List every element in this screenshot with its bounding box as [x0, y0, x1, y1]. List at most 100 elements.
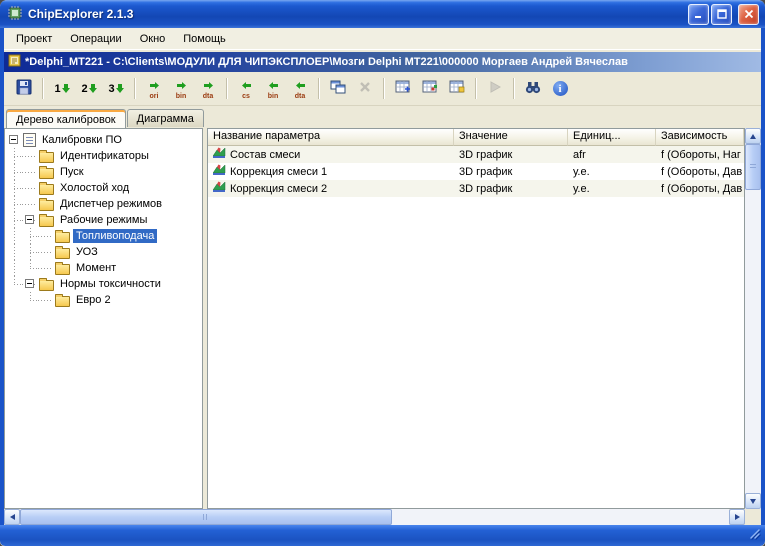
menu-help[interactable]: Помощь [174, 30, 235, 48]
window-frame: Проект Операции Окно Помощь *Delphi_MT22… [0, 28, 765, 525]
import-ori-button[interactable]: ori [141, 76, 167, 101]
tree-item[interactable]: Рабочие режимы [6, 212, 201, 228]
scrollbar-corner [745, 509, 761, 525]
scroll-up-button[interactable] [745, 128, 761, 144]
document-title-bar[interactable]: *Delphi_MT221 - C:\Clients\МОДУЛИ ДЛЯ ЧИ… [4, 52, 761, 72]
tab-strip: Дерево калибровок Диаграмма [4, 106, 761, 128]
tab-calibration-tree[interactable]: Дерево калибровок [6, 109, 126, 128]
about-button[interactable]: i [547, 76, 573, 101]
play-triangle-icon [489, 81, 501, 96]
toolbar-separator [318, 78, 320, 99]
column-header-units[interactable]: Единиц... [568, 129, 656, 146]
import-bin-button[interactable]: bin [168, 76, 194, 101]
delete-button[interactable] [352, 76, 378, 101]
import-dta-button[interactable]: dta [195, 76, 221, 101]
export-bin-button[interactable]: bin [260, 76, 286, 101]
close-button[interactable] [738, 4, 759, 25]
tree-item[interactable]: Нормы токсичности [6, 276, 201, 292]
green-arrow-icon [150, 77, 159, 92]
column-header-name[interactable]: Название параметра [208, 129, 454, 146]
toolbar-separator [513, 78, 515, 99]
arrow-right-icon [735, 514, 740, 520]
menu-operations[interactable]: Операции [61, 30, 130, 48]
tree-item[interactable]: Евро 2 [6, 292, 201, 308]
horizontal-scrollbar[interactable] [4, 509, 761, 525]
tree-item[interactable]: Пуск [6, 164, 201, 180]
horizontal-scroll-track[interactable] [20, 509, 729, 525]
vertical-scroll-track[interactable] [745, 144, 761, 493]
folder-icon [39, 216, 54, 227]
load-slot-3-button[interactable]: 3 [103, 76, 129, 101]
toolbar-separator [226, 78, 228, 99]
tree-item[interactable]: Момент [6, 260, 201, 276]
search-button[interactable] [520, 76, 546, 101]
table-grid-icon [449, 80, 465, 97]
tree-item-root[interactable]: Калибровки ПО [6, 132, 201, 148]
green-arrow-icon [62, 81, 70, 96]
table-report-button[interactable] [444, 76, 470, 101]
table-row[interactable]: Состав смеси 3D график afr f (Обороты, Н… [208, 146, 744, 163]
tree-item[interactable]: Диспетчер режимов [6, 196, 201, 212]
tree-item-selected[interactable]: Топливоподача [6, 228, 201, 244]
tab-diagram[interactable]: Диаграмма [127, 109, 204, 127]
load-slot-2-button[interactable]: 2 [76, 76, 102, 101]
table-header: Название параметра Значение Единиц... За… [208, 129, 744, 146]
compare-windows-button[interactable] [325, 76, 351, 101]
app-icon [7, 5, 23, 24]
export-cs-button[interactable]: cs [233, 76, 259, 101]
compare-tables-button[interactable] [417, 76, 443, 101]
tree-item[interactable]: УОЗ [6, 244, 201, 260]
resize-grip-icon[interactable] [747, 526, 762, 544]
bottom-frame [0, 525, 765, 546]
open-table-button[interactable] [390, 76, 416, 101]
chart-3d-icon [213, 147, 226, 162]
notebook-icon [23, 133, 36, 147]
horizontal-scroll-thumb[interactable] [20, 509, 392, 525]
green-arrow-icon [269, 77, 278, 92]
chart-3d-icon [213, 181, 226, 196]
vertical-scroll-thumb[interactable] [745, 144, 761, 190]
menu-window[interactable]: Окно [131, 30, 175, 48]
main-content: Калибровки ПО Идентификаторы Пуск Холост… [4, 128, 761, 509]
arrow-left-icon [10, 514, 15, 520]
parameter-table: Название параметра Значение Единиц... За… [207, 128, 745, 509]
minimize-button[interactable] [688, 4, 709, 25]
save-icon [16, 79, 32, 98]
folder-icon [39, 184, 54, 195]
collapse-icon[interactable] [9, 135, 18, 144]
tree-item[interactable]: Идентификаторы [6, 148, 201, 164]
green-arrow-icon [116, 81, 124, 96]
column-header-value[interactable]: Значение [454, 129, 568, 146]
binoculars-icon [525, 81, 541, 97]
windows-icon [330, 80, 346, 97]
scroll-right-button[interactable] [729, 509, 745, 525]
column-header-dependency[interactable]: Зависимость [656, 129, 744, 146]
toolbar-separator [383, 78, 385, 99]
app-window: ChipExplorer 2.1.3 Проект Операции Окно … [0, 0, 765, 546]
tree-item[interactable]: Холостой ход [6, 180, 201, 196]
green-arrow-icon [177, 77, 186, 92]
collapse-icon[interactable] [25, 279, 34, 288]
folder-icon [55, 296, 70, 307]
maximize-button[interactable] [711, 4, 732, 25]
title-bar[interactable]: ChipExplorer 2.1.3 [0, 0, 765, 28]
toolbar: 1 2 3 ori bin dta cs bin dta i [4, 72, 761, 106]
green-arrow-icon [89, 81, 97, 96]
menu-project[interactable]: Проект [7, 30, 61, 48]
vertical-scrollbar[interactable] [745, 128, 761, 509]
green-arrow-icon [204, 77, 213, 92]
save-button[interactable] [11, 76, 37, 101]
toolbar-separator [475, 78, 477, 99]
table-row[interactable]: Коррекция смеси 1 3D график у.е. f (Обор… [208, 163, 744, 180]
scroll-left-button[interactable] [4, 509, 20, 525]
table-grid-icon [395, 80, 411, 97]
export-dta-button[interactable]: dta [287, 76, 313, 101]
table-row[interactable]: Коррекция смеси 2 3D график у.е. f (Обор… [208, 180, 744, 197]
folder-icon [55, 248, 70, 259]
scroll-down-button[interactable] [745, 493, 761, 509]
folder-icon [55, 264, 70, 275]
arrow-down-icon [750, 499, 756, 504]
load-slot-1-button[interactable]: 1 [49, 76, 75, 101]
run-button[interactable] [482, 76, 508, 101]
collapse-icon[interactable] [25, 215, 34, 224]
